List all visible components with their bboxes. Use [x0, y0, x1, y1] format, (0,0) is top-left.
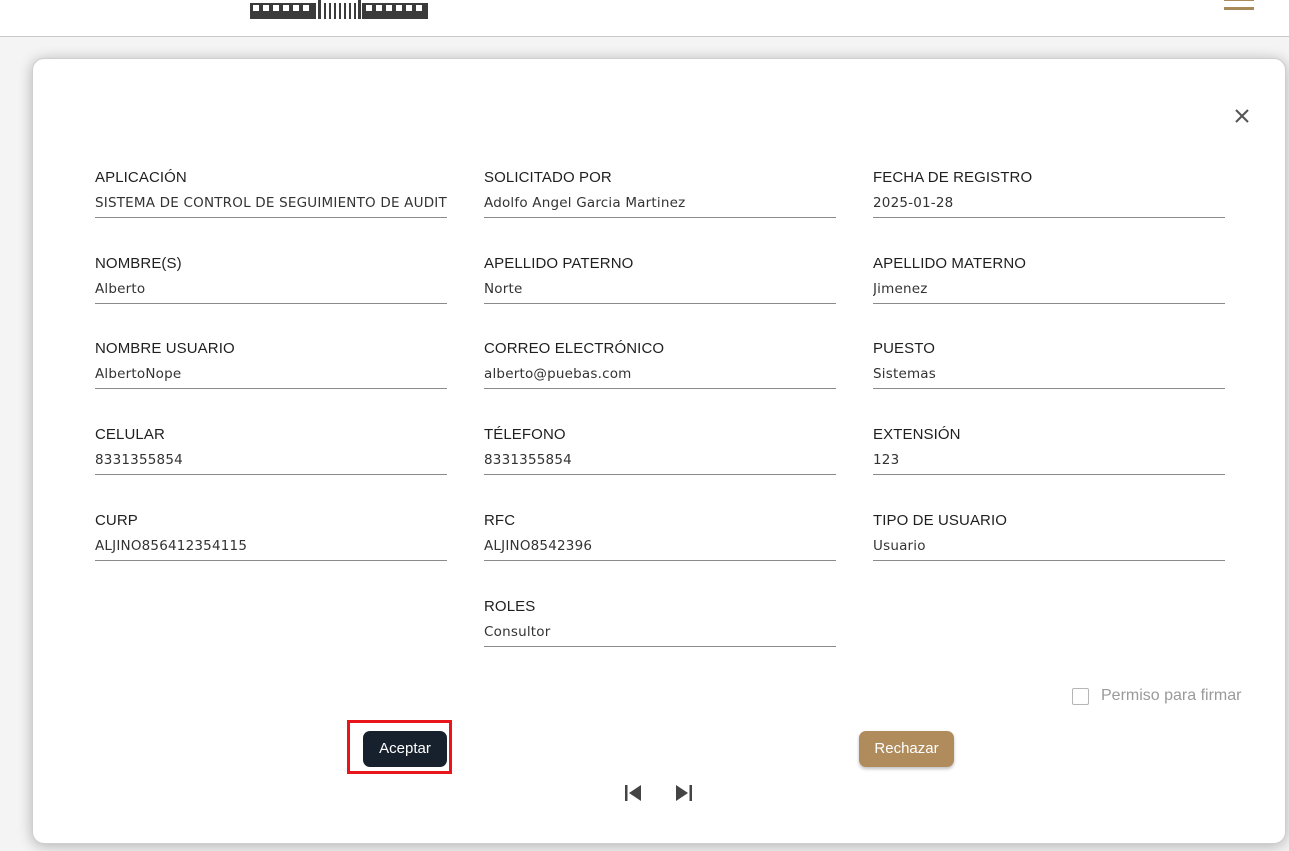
field-value: Consultor	[484, 624, 551, 640]
field-aplicacion: APLICACIÓN SISTEMA DE CONTROL DE SEGUIMI…	[95, 169, 447, 218]
field-label: NOMBRE USUARIO	[95, 340, 235, 357]
field-value: Jimenez	[873, 281, 928, 297]
field-fecha-registro: FECHA DE REGISTRO 2025-01-28	[873, 169, 1225, 218]
user-request-modal: APLICACIÓN SISTEMA DE CONTROL DE SEGUIMI…	[32, 58, 1286, 844]
field-label: TIPO DE USUARIO	[873, 512, 1008, 529]
field-value: SISTEMA DE CONTROL DE SEGUIMIENTO DE AUD…	[95, 195, 447, 211]
field-label: EXTENSIÓN	[873, 426, 961, 443]
field-label: TÉLEFONO	[484, 426, 566, 443]
top-bar	[0, 0, 1289, 37]
field-value: AlbertoNope	[95, 366, 182, 382]
field-label: NOMBRE(S)	[95, 255, 182, 272]
field-label: APLICACIÓN	[95, 169, 187, 186]
field-puesto: PUESTO Sistemas	[873, 340, 1225, 389]
field-solicitado-por: SOLICITADO POR Adolfo Angel Garcia Marti…	[484, 169, 836, 218]
field-value: Usuario	[873, 538, 926, 554]
field-label: CELULAR	[95, 426, 165, 443]
field-nombres: NOMBRE(S) Alberto	[95, 255, 447, 304]
field-label: APELLIDO PATERNO	[484, 255, 634, 272]
field-rfc: RFC ALJINO8542396	[484, 512, 836, 561]
field-value: ALJINO8542396	[484, 538, 593, 554]
field-label: SOLICITADO POR	[484, 169, 612, 186]
field-value: alberto@puebas.com	[484, 366, 632, 382]
field-label: CURP	[95, 512, 138, 529]
skip-first-icon[interactable]	[623, 783, 643, 803]
field-label: FECHA DE REGISTRO	[873, 169, 1033, 186]
field-extension: EXTENSIÓN 123	[873, 426, 1225, 475]
field-value: 8331355854	[95, 452, 183, 468]
field-nombre-usuario: NOMBRE USUARIO AlbertoNope	[95, 340, 447, 389]
field-label: APELLIDO MATERNO	[873, 255, 1027, 272]
field-value: ALJINO856412354115	[95, 538, 248, 554]
field-value: Sistemas	[873, 366, 937, 382]
checkbox-box[interactable]	[1072, 688, 1089, 705]
field-label: RFC	[484, 512, 516, 529]
field-value: 2025-01-28	[873, 195, 954, 211]
permiso-firmar-label: Permiso para firmar	[1101, 687, 1242, 704]
building-logo-icon	[250, 0, 428, 19]
field-apellido-materno: APELLIDO MATERNO Jimenez	[873, 255, 1225, 304]
field-label: ROLES	[484, 598, 536, 615]
field-correo: CORREO ELECTRÓNICO alberto@puebas.com	[484, 340, 836, 389]
reject-button[interactable]: Rechazar	[859, 731, 954, 767]
hamburger-menu-icon[interactable]	[1224, 0, 1254, 12]
close-icon[interactable]	[1231, 105, 1253, 127]
skip-last-icon[interactable]	[674, 783, 694, 803]
field-roles: ROLES Consultor	[484, 598, 836, 647]
field-label: CORREO ELECTRÓNICO	[484, 340, 665, 357]
field-tipo-usuario: TIPO DE USUARIO Usuario	[873, 512, 1225, 561]
accept-button[interactable]: Aceptar	[363, 731, 447, 767]
field-value: 8331355854	[484, 452, 572, 468]
field-curp: CURP ALJINO856412354115	[95, 512, 447, 561]
field-label: PUESTO	[873, 340, 936, 357]
field-value: 123	[873, 452, 900, 468]
field-telefono: TÉLEFONO 8331355854	[484, 426, 836, 475]
field-celular: CELULAR 8331355854	[95, 426, 447, 475]
field-value: Alberto	[95, 281, 146, 297]
field-value: Norte	[484, 281, 523, 297]
field-apellido-paterno: APELLIDO PATERNO Norte	[484, 255, 836, 304]
field-value: Adolfo Angel Garcia Martinez	[484, 195, 686, 211]
